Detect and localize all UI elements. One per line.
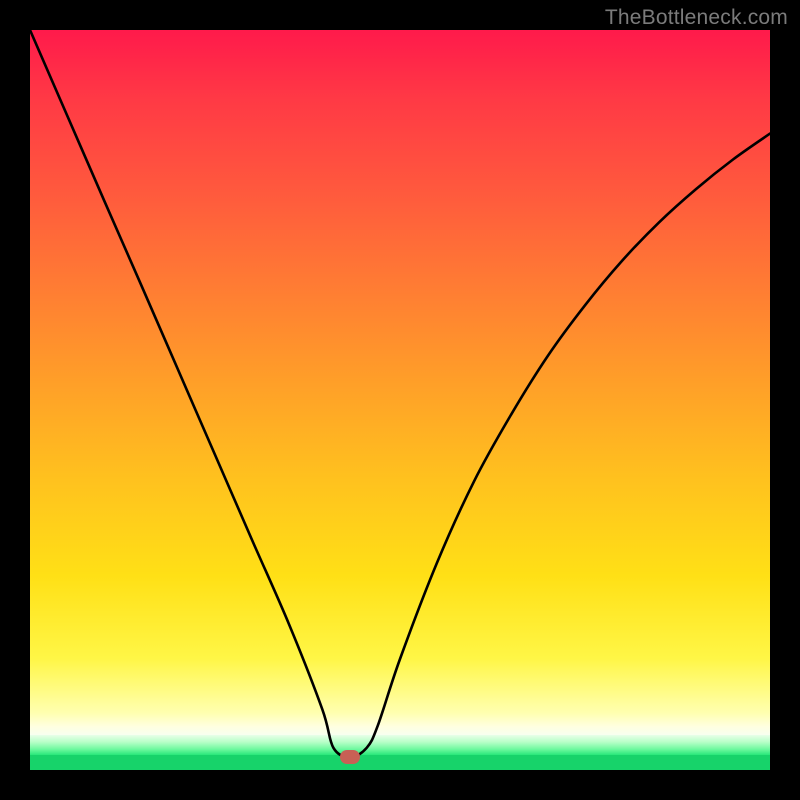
bottleneck-curve [30, 30, 770, 770]
chart-frame: TheBottleneck.com [0, 0, 800, 800]
plot-area [30, 30, 770, 770]
optimal-marker [340, 750, 360, 764]
watermark-text: TheBottleneck.com [605, 6, 788, 30]
